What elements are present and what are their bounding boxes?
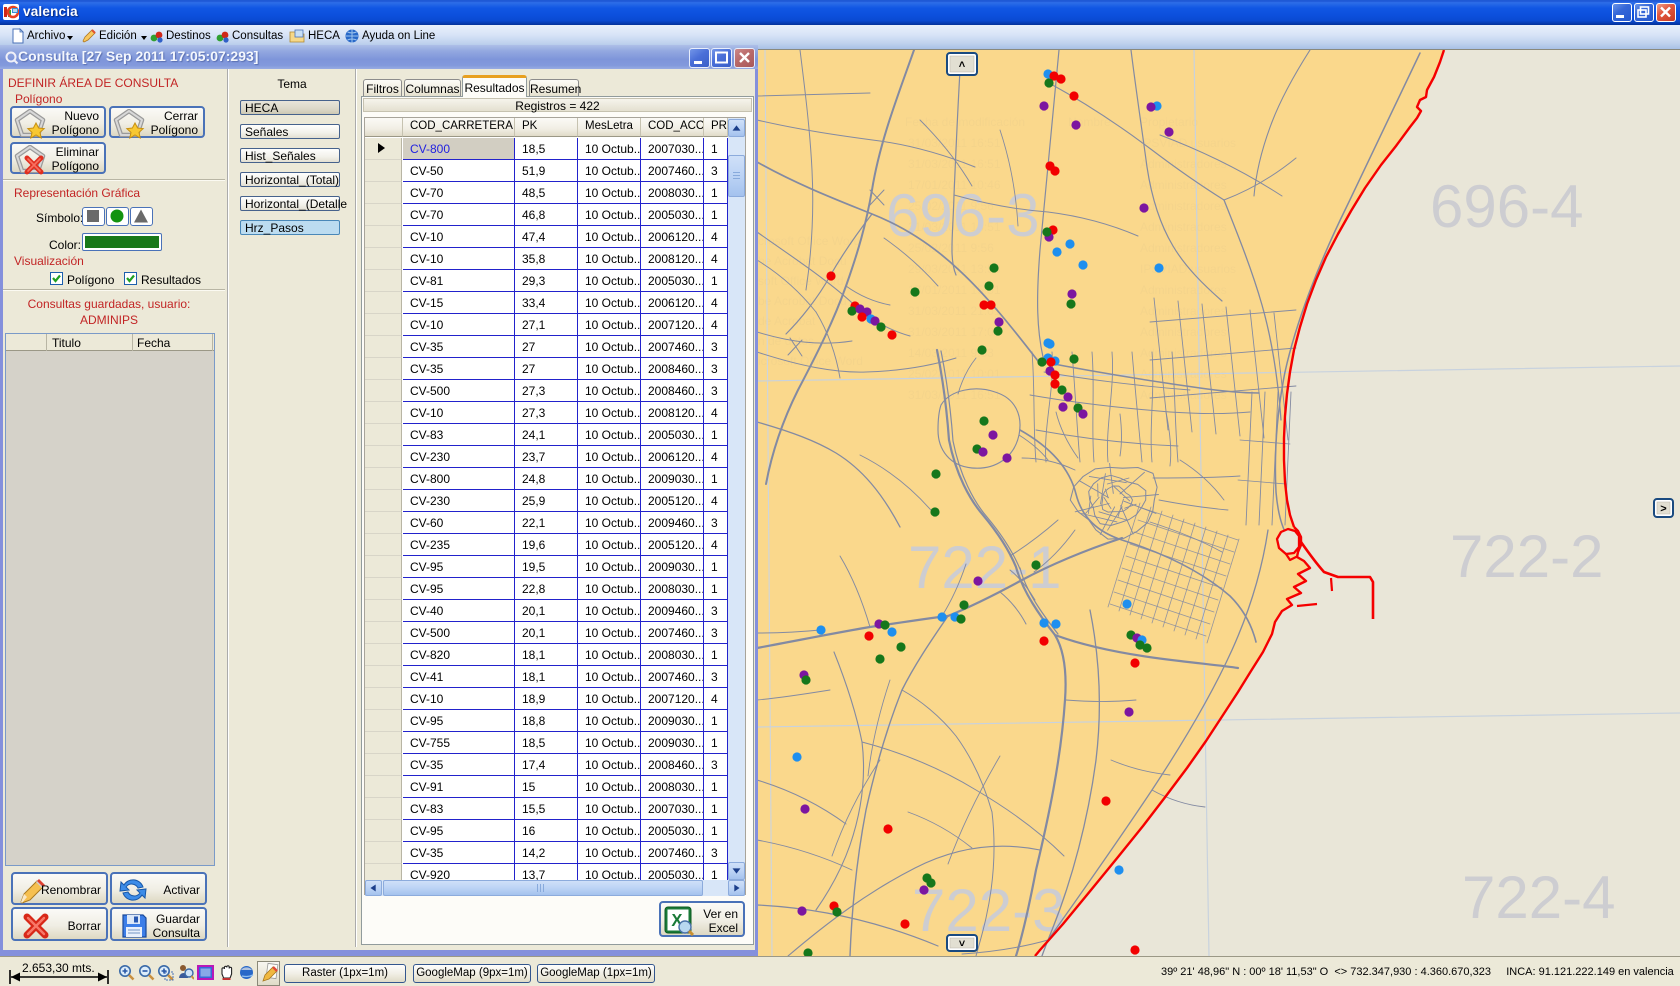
svg-text:Propietario: Propietario [1140,115,1198,129]
svg-text:Administradores: Administradores [1140,325,1227,339]
svg-text:˅: ˅ [959,938,966,950]
svg-text:Administradores: Administradores [1140,220,1227,234]
svg-text:n de datos: n de datos [758,334,814,348]
svg-text:696-4: 696-4 [1430,173,1583,240]
svg-text:˄: ˄ [959,59,966,71]
svg-text:Fecha de modificación: Fecha de modificación [905,115,1025,129]
svg-text:696-3: 696-3 [886,182,1039,249]
svg-text:˃: ˃ [1660,503,1666,515]
svg-text:crosoft Office Word: crosoft Office Word [758,234,860,248]
svg-text:be Acrobat Docu: be Acrobat Docu [758,254,847,268]
svg-text:Administradores: Administradores [1140,178,1227,192]
svg-text:31/03/2011 17:05: 31/03/2011 17:05 [908,325,1001,339]
svg-text:IPSVIAD.usuarios: IPSVIAD.usuarios [1140,136,1236,150]
svg-text:31/03/2011 16:51: 31/03/2011 16:51 [908,136,1001,150]
svg-text:Administradores: Administradores [1140,304,1227,318]
svg-text:722-3: 722-3 [912,877,1065,944]
svg-text:Administradores: Administradores [1140,283,1227,297]
svg-text:IPSVIAD.usuarios: IPSVIAD.usuarios [1140,262,1236,276]
svg-text:Administradores: Administradores [1140,157,1227,171]
svg-text:722-4: 722-4 [1462,864,1615,931]
svg-text:722-2: 722-2 [1450,523,1603,590]
svg-text:Administradores: Administradores [1140,241,1227,255]
svg-text:Administradores: Administradores [1140,199,1227,213]
